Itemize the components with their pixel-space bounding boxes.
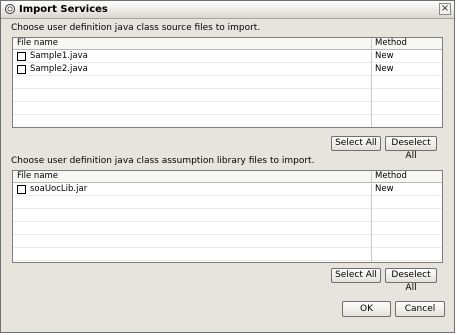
empty-row [13, 89, 442, 102]
empty-row [13, 76, 442, 89]
empty-row [13, 196, 442, 209]
app-icon [5, 4, 15, 14]
empty-row [13, 209, 442, 222]
select-all-libraries-button[interactable]: Select All [331, 268, 381, 283]
column-header-file-name[interactable]: File name [17, 171, 58, 182]
row-checkbox[interactable] [17, 52, 26, 61]
method-cell: New [375, 64, 394, 74]
method-cell: New [375, 51, 394, 61]
ok-button[interactable]: OK [342, 301, 391, 317]
column-divider [371, 171, 372, 262]
column-divider [371, 38, 372, 127]
source-files-table[interactable]: File name Method Sample1.java New Sample… [12, 37, 443, 128]
close-button[interactable]: × [439, 3, 451, 15]
library-files-table[interactable]: File name Method soaUocLib.jar New [12, 170, 443, 263]
file-name-cell: Sample2.java [30, 64, 88, 74]
column-header-file-name[interactable]: File name [17, 38, 58, 49]
row-checkbox[interactable] [17, 185, 26, 194]
table-row[interactable]: Sample2.java New [13, 63, 442, 76]
import-services-dialog: Import Services × Choose user definition… [0, 0, 455, 333]
table-row[interactable]: soaUocLib.jar New [13, 183, 442, 196]
deselect-all-sources-button[interactable]: Deselect All [385, 136, 437, 161]
empty-row [13, 222, 442, 235]
window-title: Import Services [19, 4, 108, 15]
close-icon: × [440, 3, 450, 14]
deselect-all-libraries-button[interactable]: Deselect All [385, 268, 437, 293]
column-header-method[interactable]: Method [375, 171, 407, 182]
file-name-cell: Sample1.java [30, 51, 88, 61]
cancel-button[interactable]: Cancel [395, 301, 445, 317]
file-name-cell: soaUocLib.jar [30, 184, 88, 194]
select-all-sources-button[interactable]: Select All [331, 136, 381, 151]
table-row[interactable]: Sample1.java New [13, 50, 442, 63]
empty-row [13, 102, 442, 115]
empty-row [13, 115, 442, 127]
table-header: File name Method [13, 171, 442, 183]
empty-row [13, 235, 442, 248]
row-checkbox[interactable] [17, 65, 26, 74]
empty-row [13, 248, 442, 261]
method-cell: New [375, 184, 394, 194]
table-header: File name Method [13, 38, 442, 50]
libraries-instruction: Choose user definition java class assump… [11, 156, 315, 166]
title-bar[interactable]: Import Services × [1, 1, 454, 19]
sources-instruction: Choose user definition java class source… [11, 23, 261, 33]
column-header-method[interactable]: Method [375, 38, 407, 49]
